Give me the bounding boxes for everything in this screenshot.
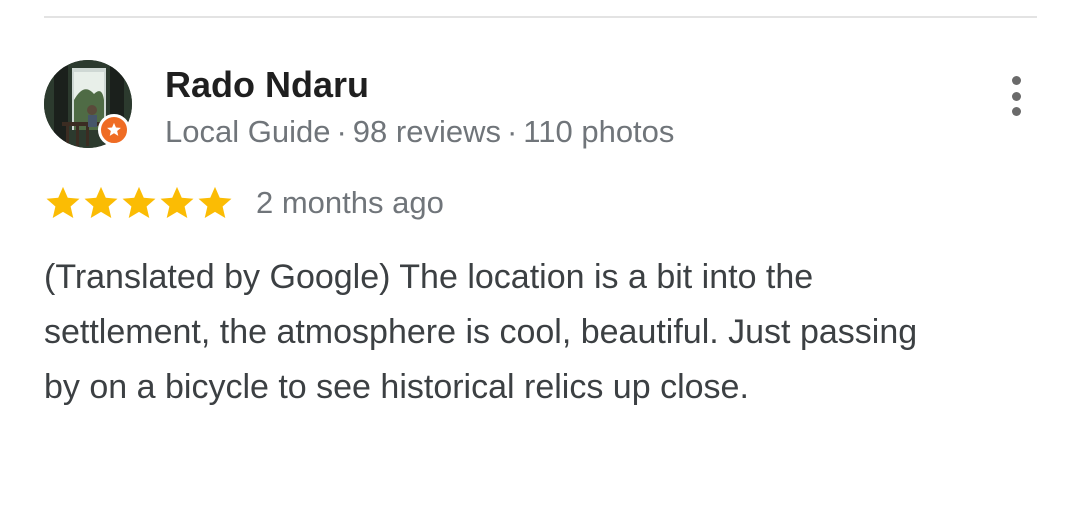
meta-separator: ·	[506, 114, 518, 149]
star-rating	[44, 182, 234, 224]
review-date: 2 months ago	[256, 185, 444, 220]
star-icon	[198, 186, 232, 219]
local-guide-badge-icon	[98, 114, 130, 146]
review-text[interactable]: (Translated by Google) The location is a…	[44, 250, 944, 415]
more-vert-icon	[1011, 107, 1021, 116]
reviewer-avatar[interactable]	[44, 60, 132, 148]
star-icon	[122, 186, 156, 219]
star-icon	[84, 186, 118, 219]
review-count: 98 reviews	[352, 114, 501, 149]
photo-count: 110 photos	[523, 114, 675, 149]
reviewer-meta[interactable]: Local Guide · 98 reviews · 110 photos	[165, 114, 674, 150]
more-options-button[interactable]	[996, 72, 1036, 120]
local-guide-label: Local Guide	[165, 114, 331, 149]
star-icon	[160, 186, 194, 219]
meta-separator: ·	[336, 114, 347, 149]
more-vert-icon	[1011, 76, 1021, 85]
more-vert-icon	[1011, 91, 1021, 101]
reviewer-name[interactable]: Rado Ndaru	[165, 64, 369, 106]
star-icon	[46, 186, 80, 219]
divider	[44, 16, 1037, 18]
